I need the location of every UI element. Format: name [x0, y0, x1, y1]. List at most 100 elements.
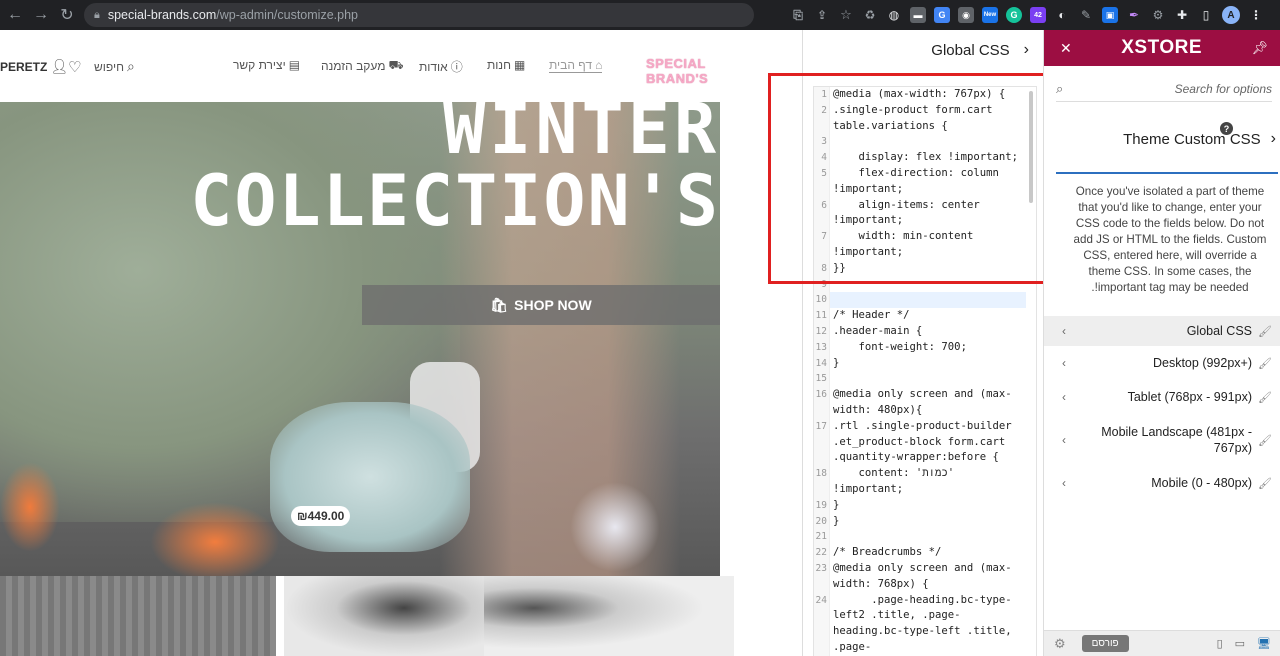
- thumbnail-2[interactable]: [284, 576, 484, 656]
- line-number: 19: [815, 499, 827, 511]
- url-path: /wp-admin/customize.php: [216, 8, 358, 22]
- code-line[interactable]: 20}: [814, 514, 1036, 530]
- pen-icon[interactable]: ✎: [1078, 7, 1094, 23]
- line-number: 23: [815, 562, 827, 574]
- chevron-left-icon: ‹: [1062, 324, 1066, 338]
- reload-icon[interactable]: ↻: [56, 4, 78, 26]
- code-line[interactable]: 21: [814, 529, 1036, 545]
- brush-icon: 🖌︎: [1258, 391, 1272, 404]
- puzzle-icon[interactable]: ✚: [1174, 7, 1190, 23]
- grammarly-icon[interactable]: G: [1006, 7, 1022, 23]
- css-scope-item[interactable]: ‹ Desktop (992px+) 🖌︎: [1044, 346, 1280, 380]
- css-scope-label: Mobile (0 - 480px): [1151, 476, 1252, 490]
- code-line[interactable]: 14}: [814, 356, 1036, 372]
- nav-contact[interactable]: יצירת קשר ▤: [233, 58, 300, 72]
- capture-icon[interactable]: ▣: [1102, 7, 1118, 23]
- count-badge-label: 42: [1034, 11, 1042, 19]
- css-scope-label: Tablet (768px - 991px): [1127, 390, 1252, 404]
- globe-icon[interactable]: ◍: [886, 7, 902, 23]
- line-number: 15: [815, 373, 827, 385]
- pin-icon[interactable]: 📌︎: [1251, 40, 1268, 56]
- settings-gear-icon[interactable]: ⚙: [1054, 636, 1066, 652]
- mobile-preview-icon[interactable]: ▯: [1217, 637, 1223, 650]
- address-bar[interactable]: 🔒︎ special-brands.com /wp-admin/customiz…: [84, 3, 754, 27]
- code-line[interactable]: 15: [814, 371, 1036, 387]
- site-logo[interactable]: SPECIAL BRAND'S: [632, 40, 752, 88]
- code-line[interactable]: 22 /* Breadcrumbs */: [814, 545, 1036, 561]
- user-account[interactable]: PERETZ 👤︎: [0, 58, 68, 75]
- translate-ext-icon[interactable]: G: [934, 7, 950, 23]
- close-icon[interactable]: ✕: [1060, 40, 1072, 57]
- nav-shop[interactable]: חנות ▦: [487, 58, 525, 72]
- code-text: }: [833, 498, 840, 511]
- store-icon: ▦: [513, 58, 526, 72]
- section-description: Once you've isolated a part of theme tha…: [1056, 172, 1278, 296]
- tools-icon[interactable]: ⚙: [1150, 7, 1166, 23]
- thumbnail-gap: [276, 576, 284, 656]
- css-scope-item[interactable]: ‹ Global CSS 🖌︎: [1044, 316, 1280, 346]
- nav-home[interactable]: דף הבית ⌂: [549, 58, 603, 73]
- code-line[interactable]: 13 font-weight: 700;: [814, 340, 1036, 356]
- sidepanel-icon[interactable]: ▯: [1198, 7, 1214, 23]
- line-number: 16: [815, 389, 827, 401]
- publish-button[interactable]: פורסם: [1081, 635, 1129, 652]
- thumbnail-1[interactable]: [0, 576, 276, 656]
- half-circle-icon[interactable]: ◐: [1054, 7, 1070, 23]
- shopping-bag-icon: 🛍︎: [490, 296, 509, 313]
- options-search[interactable]: ⌕ Search for options: [1056, 76, 1272, 102]
- profile-avatar[interactable]: A: [1222, 6, 1240, 24]
- thumbnail-3[interactable]: [484, 576, 734, 656]
- search-label: חיפוש: [94, 59, 124, 74]
- new-badge-icon[interactable]: New: [982, 7, 998, 23]
- forward-icon[interactable]: →: [30, 4, 52, 26]
- bookmark-star-icon[interactable]: ☆: [838, 7, 854, 23]
- css-scope-item[interactable]: ‹ Tablet (768px - 991px) 🖌︎: [1044, 380, 1280, 414]
- recycle-icon[interactable]: ♻: [862, 7, 878, 23]
- code-line[interactable]: 18 content: 'כמות' !important;: [814, 466, 1036, 498]
- back-icon[interactable]: ←: [4, 4, 26, 26]
- product-thumbnails: [0, 576, 734, 656]
- translate-icon[interactable]: ⎘: [790, 7, 806, 23]
- kebab-menu-icon[interactable]: ⋮: [1248, 7, 1264, 23]
- shop-now-button[interactable]: 🛍︎ SHOP NOW: [362, 285, 720, 325]
- hero-image-sneaker-2: [570, 482, 660, 572]
- camera-icon[interactable]: ◉: [958, 7, 974, 23]
- chevron-right-icon[interactable]: ›: [1024, 41, 1029, 59]
- code-line[interactable]: 11 /* Header */: [814, 308, 1036, 324]
- wishlist-link[interactable]: ♡: [68, 58, 81, 76]
- css-scope-label: Desktop (992px+): [1152, 356, 1252, 370]
- nav-about[interactable]: אודות ⓘ: [419, 58, 463, 75]
- css-scope-item[interactable]: ‹ Mobile Landscape (481px - 767px) 🖌︎: [1044, 414, 1280, 466]
- customizer-footer: ⚙ פורסם ▯ ▭ 🖥︎: [1044, 630, 1280, 656]
- line-number: 12: [815, 325, 827, 337]
- brush-icon: 🖌︎: [1258, 434, 1272, 447]
- options-search-input[interactable]: Search for options: [1175, 82, 1272, 96]
- code-line[interactable]: 19}: [814, 498, 1036, 514]
- chevron-left-icon: ‹: [1062, 476, 1066, 490]
- feather-icon[interactable]: ✒: [1126, 7, 1142, 23]
- highlight-box: [768, 73, 1064, 284]
- share-icon[interactable]: ⇪: [814, 7, 830, 23]
- code-text: content: 'כמות' !important;: [833, 467, 961, 495]
- nav-home-label: דף הבית: [549, 58, 593, 72]
- user-icon: 👤︎: [50, 58, 69, 74]
- code-line[interactable]: 17 .rtl .single-product-builder .et_produ…: [814, 419, 1036, 466]
- code-line[interactable]: 10: [814, 292, 1036, 309]
- nav-tracking[interactable]: מעקב הזמנה ⛟: [321, 58, 404, 74]
- code-line[interactable]: 16 @media only screen and (max-width: 480…: [814, 387, 1036, 419]
- code-line[interactable]: 24 .page-heading.bc-type-left2 .title, .…: [814, 593, 1036, 656]
- section-title: Theme Custom CSS ›: [1056, 124, 1276, 154]
- code-text: /* Header */: [833, 309, 910, 322]
- screen-icon[interactable]: ▬: [910, 7, 926, 23]
- count-badge-icon[interactable]: 42: [1030, 7, 1046, 23]
- chevron-right-icon[interactable]: ›: [1271, 130, 1276, 148]
- chevron-left-icon: ‹: [1062, 356, 1066, 370]
- search-link[interactable]: חיפוש ⌕: [94, 58, 135, 75]
- code-line[interactable]: 12 .header-main {: [814, 324, 1036, 340]
- desktop-preview-icon[interactable]: 🖥︎: [1257, 637, 1271, 650]
- css-scope-item[interactable]: ‹ Mobile (0 - 480px) 🖌︎: [1044, 466, 1280, 500]
- code-line[interactable]: 23 @media only screen and (max-width: 768…: [814, 561, 1036, 593]
- tablet-preview-icon[interactable]: ▭: [1235, 637, 1245, 650]
- code-text: .page-heading.bc-type-left2 .title, .pag…: [833, 593, 1018, 653]
